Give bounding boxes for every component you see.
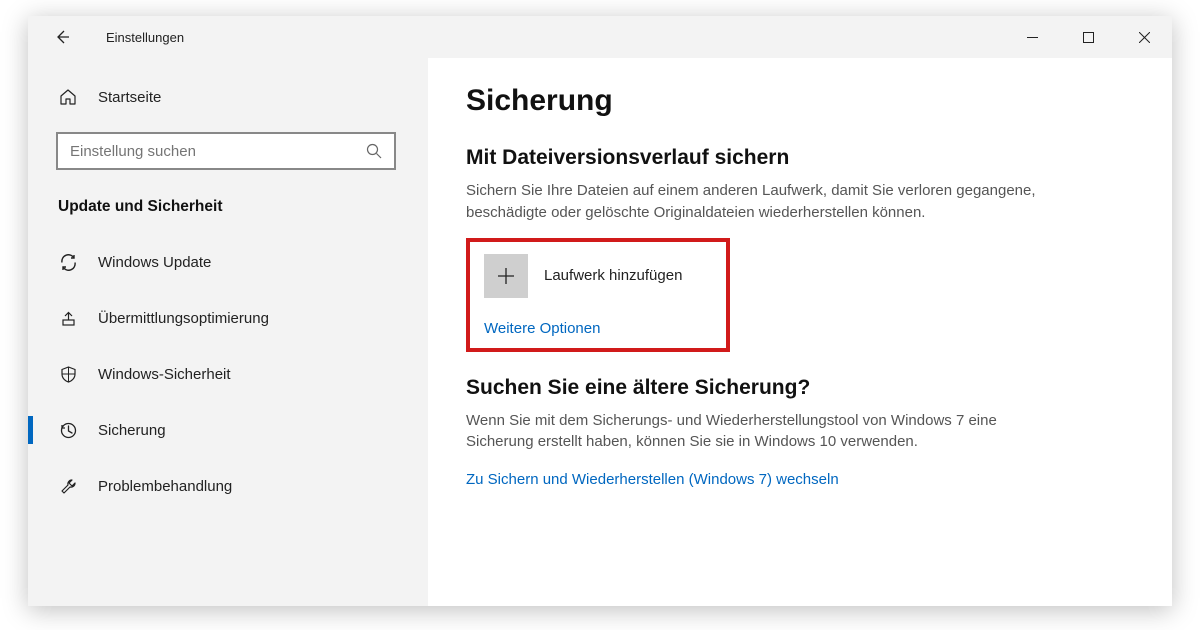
minimize-icon bbox=[1027, 32, 1038, 43]
titlebar: Einstellungen bbox=[28, 16, 1172, 58]
search-container bbox=[56, 132, 400, 170]
plus-icon bbox=[496, 266, 516, 286]
shield-icon bbox=[58, 365, 78, 384]
section-title-file-history: Mit Dateiversionsverlauf sichern bbox=[466, 146, 1124, 170]
close-icon bbox=[1139, 32, 1150, 43]
content-area: Sicherung Mit Dateiversionsverlauf siche… bbox=[428, 58, 1172, 606]
sidebar: Startseite Update und Sicherheit Windows… bbox=[28, 58, 428, 606]
sidebar-item-troubleshoot[interactable]: Problembehandlung bbox=[28, 458, 428, 514]
sidebar-home[interactable]: Startseite bbox=[28, 80, 428, 114]
sidebar-nav: Windows Update Übermittlungsoptimierung … bbox=[28, 234, 428, 514]
sync-icon bbox=[58, 253, 78, 272]
sidebar-item-label: Windows-Sicherheit bbox=[98, 366, 231, 383]
window-body: Startseite Update und Sicherheit Windows… bbox=[28, 58, 1172, 606]
sidebar-item-label: Übermittlungsoptimierung bbox=[98, 310, 269, 327]
sidebar-home-label: Startseite bbox=[98, 89, 161, 106]
delivery-icon bbox=[58, 309, 78, 328]
sidebar-item-label: Windows Update bbox=[98, 254, 211, 271]
sidebar-item-windows-security[interactable]: Windows-Sicherheit bbox=[28, 346, 428, 402]
settings-window: Einstellungen Startseite bbox=[28, 16, 1172, 606]
sidebar-item-delivery-optimization[interactable]: Übermittlungsoptimierung bbox=[28, 290, 428, 346]
add-drive-label: Laufwerk hinzufügen bbox=[544, 267, 682, 284]
sidebar-item-backup[interactable]: Sicherung bbox=[28, 402, 428, 458]
sidebar-group-title: Update und Sicherheit bbox=[58, 198, 428, 216]
maximize-button[interactable] bbox=[1060, 16, 1116, 58]
window-controls bbox=[1004, 16, 1172, 58]
section-title-older-backup: Suchen Sie eine ältere Sicherung? bbox=[466, 376, 1124, 400]
troubleshoot-icon bbox=[58, 477, 78, 496]
sidebar-item-windows-update[interactable]: Windows Update bbox=[28, 234, 428, 290]
close-button[interactable] bbox=[1116, 16, 1172, 58]
backup-icon bbox=[58, 421, 78, 440]
section-desc-file-history: Sichern Sie Ihre Dateien auf einem ander… bbox=[466, 180, 1046, 224]
search-box[interactable] bbox=[56, 132, 396, 170]
home-icon bbox=[58, 88, 78, 106]
back-button[interactable] bbox=[48, 23, 76, 51]
search-icon bbox=[366, 143, 382, 159]
minimize-button[interactable] bbox=[1004, 16, 1060, 58]
highlight-box: Laufwerk hinzufügen Weitere Optionen bbox=[466, 238, 730, 352]
more-options-link[interactable]: Weitere Optionen bbox=[484, 320, 600, 337]
section-desc-older-backup: Wenn Sie mit dem Sicherungs- und Wiederh… bbox=[466, 410, 1046, 454]
add-drive-button[interactable]: Laufwerk hinzufügen bbox=[484, 254, 712, 298]
page-title: Sicherung bbox=[466, 84, 1124, 118]
add-tile bbox=[484, 254, 528, 298]
window-title: Einstellungen bbox=[106, 30, 184, 45]
back-arrow-icon bbox=[54, 29, 70, 45]
win7-backup-link[interactable]: Zu Sichern und Wiederherstellen (Windows… bbox=[466, 471, 839, 488]
sidebar-item-label: Sicherung bbox=[98, 422, 166, 439]
sidebar-item-label: Problembehandlung bbox=[98, 478, 232, 495]
search-input[interactable] bbox=[70, 143, 366, 160]
maximize-icon bbox=[1083, 32, 1094, 43]
